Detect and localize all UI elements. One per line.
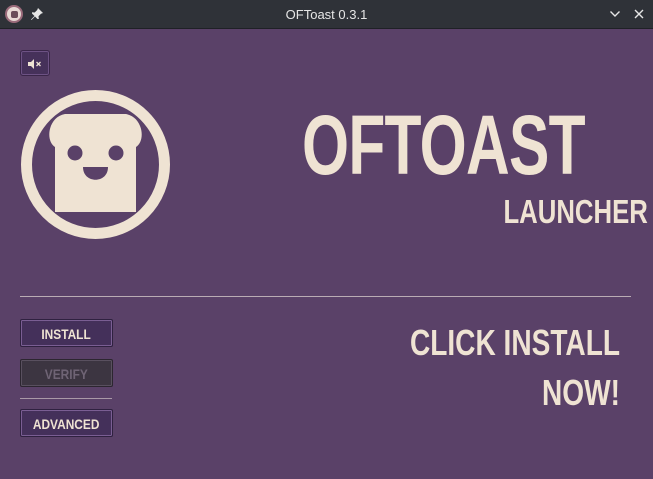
- mute-button[interactable]: [20, 50, 50, 76]
- install-button[interactable]: INSTALL: [20, 319, 113, 347]
- verify-button[interactable]: VERIFY: [20, 359, 113, 387]
- close-icon[interactable]: [629, 4, 649, 24]
- verify-button-label: VERIFY: [44, 366, 88, 382]
- speaker-muted-icon: [27, 59, 43, 73]
- window-title: OFToast 0.3.1: [285, 7, 368, 22]
- divider: [20, 296, 631, 297]
- chevron-down-icon[interactable]: [605, 4, 625, 24]
- install-button-label: INSTALL: [41, 326, 92, 342]
- button-divider: [20, 398, 112, 399]
- advanced-button-label: ADVANCED: [33, 416, 100, 432]
- app-title: OFTOAST: [302, 98, 586, 192]
- advanced-button[interactable]: ADVANCED: [20, 409, 113, 437]
- app-subtitle: LAUNCHER: [503, 193, 648, 230]
- status-message: CLICK INSTALL NOW!: [409, 322, 620, 413]
- window-titlebar: OFToast 0.3.1: [0, 0, 653, 29]
- toast-face-logo: [20, 89, 171, 240]
